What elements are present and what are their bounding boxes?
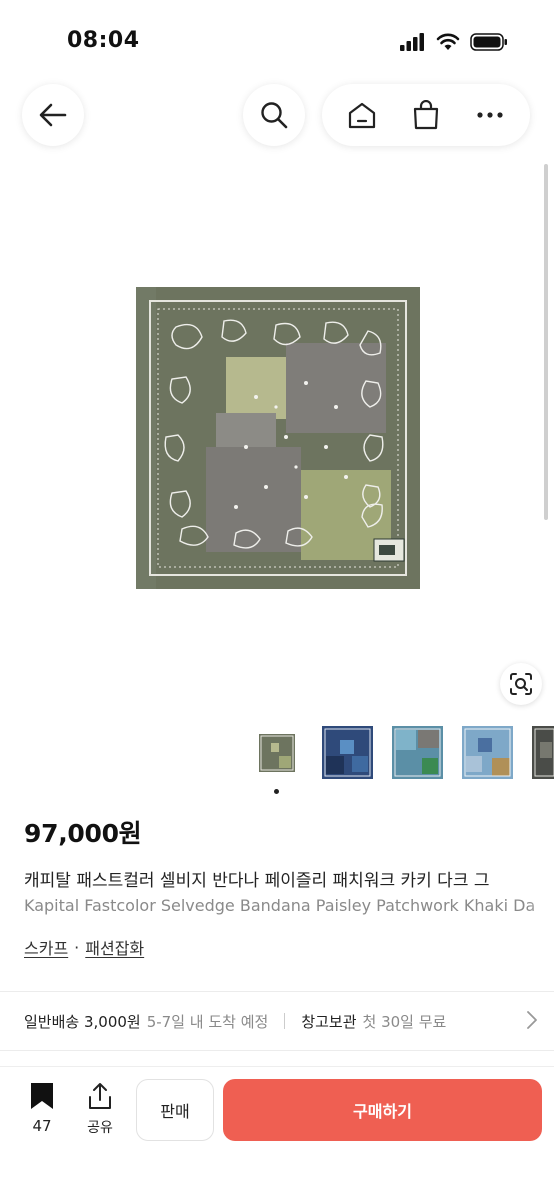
thumbnail[interactable] xyxy=(392,726,443,779)
shop-button[interactable] xyxy=(400,89,452,141)
bookmark-button[interactable]: 47 xyxy=(22,1081,62,1135)
wifi-icon xyxy=(436,33,460,50)
search-button[interactable] xyxy=(243,84,305,146)
more-icon xyxy=(477,112,503,118)
bookmark-icon xyxy=(31,1083,53,1109)
share-icon xyxy=(89,1083,111,1109)
search-icon xyxy=(261,102,288,129)
share-label: 공유 xyxy=(87,1120,113,1136)
gallery-page-indicator xyxy=(274,789,279,794)
product-title: 캐피탈 패스트컬러 셀비지 반다나 페이즐리 패치워크 카키 다크 그 xyxy=(24,871,490,891)
arrow-left-icon xyxy=(39,103,67,127)
category-link-fashion-goods[interactable]: 패션잡화 xyxy=(85,935,144,959)
bookmark-count: 47 xyxy=(32,1117,52,1135)
storage-label: 창고보관 xyxy=(301,1012,357,1031)
image-zoom-button[interactable] xyxy=(500,663,542,705)
product-image[interactable] xyxy=(136,287,420,589)
sell-button[interactable]: 판매 xyxy=(136,1079,214,1141)
nav-actions xyxy=(322,84,530,146)
status-time: 08:04 xyxy=(67,28,140,53)
breadcrumb: 스카프 · 패션잡화 xyxy=(24,935,144,959)
thumbnail-strip xyxy=(0,722,554,782)
shipping-eta: 5-7일 내 도착 예정 xyxy=(146,1012,269,1031)
battery-icon xyxy=(470,33,507,51)
category-separator: · xyxy=(74,937,80,957)
shipping-separator xyxy=(284,1013,286,1029)
share-button[interactable]: 공유 xyxy=(80,1081,120,1137)
home-icon xyxy=(348,102,376,129)
bottom-action-bar: 47 공유 판매 구매하기 xyxy=(0,1066,554,1200)
divider xyxy=(0,1050,554,1051)
back-button[interactable] xyxy=(22,84,84,146)
cellular-signal-icon xyxy=(400,33,424,51)
title-fade xyxy=(528,862,554,922)
chevron-right-icon xyxy=(527,1011,537,1029)
buy-button[interactable]: 구매하기 xyxy=(223,1079,542,1141)
home-button[interactable] xyxy=(336,89,388,141)
shipping-label: 일반배송 3,000원 xyxy=(24,1012,141,1031)
shipping-info-row[interactable]: 일반배송 3,000원 5-7일 내 도착 예정 창고보관 첫 30일 무료 xyxy=(24,1008,544,1034)
more-button[interactable] xyxy=(464,89,516,141)
divider xyxy=(0,991,554,992)
product-title-english: Kapital Fastcolor Selvedge Bandana Paisl… xyxy=(24,896,536,915)
product-price: 97,000원 xyxy=(24,819,142,848)
thumbnail[interactable] xyxy=(259,734,295,772)
storage-note: 첫 30일 무료 xyxy=(362,1012,447,1031)
thumbnail[interactable] xyxy=(322,726,373,779)
shopping-bag-icon xyxy=(413,100,439,130)
scroll-indicator[interactable] xyxy=(544,164,548,520)
status-bar: 08:04 xyxy=(0,0,554,80)
scan-icon xyxy=(510,673,532,695)
thumbnail[interactable] xyxy=(532,726,554,779)
status-icons xyxy=(400,32,508,52)
thumbnail[interactable] xyxy=(462,726,513,779)
category-link-scarf[interactable]: 스카프 xyxy=(24,935,68,959)
